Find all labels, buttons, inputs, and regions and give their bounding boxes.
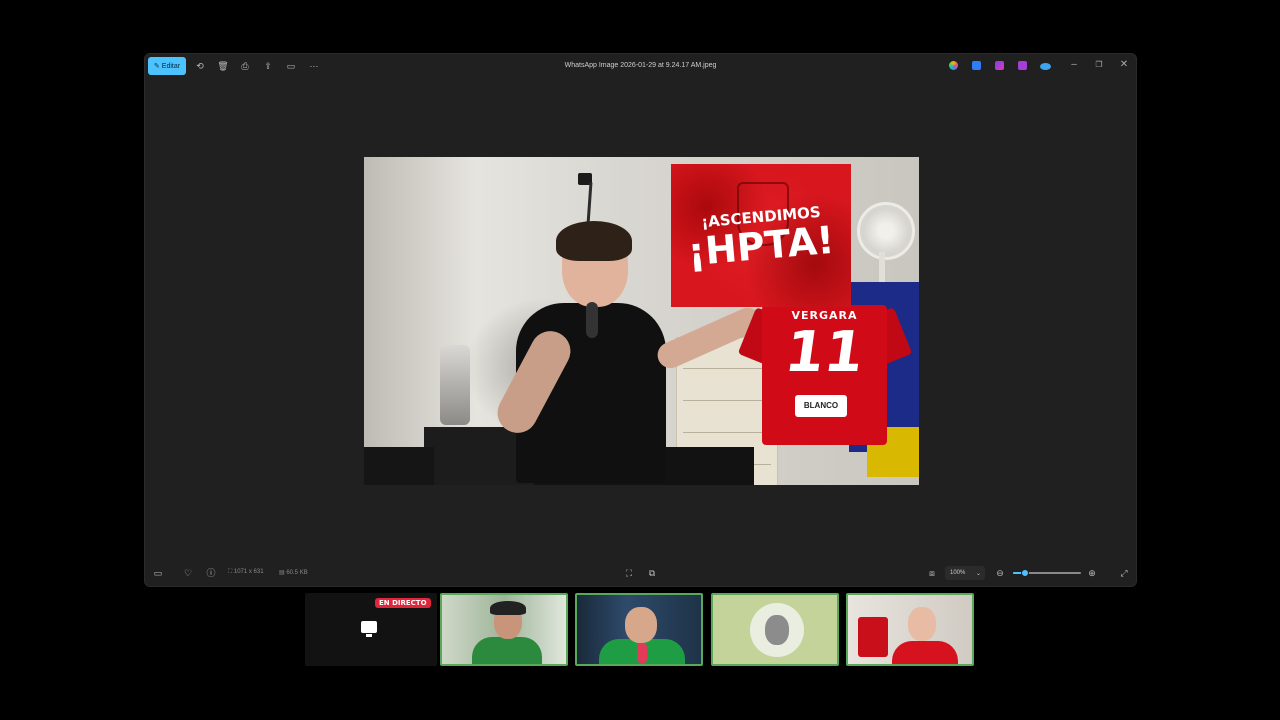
file-size-text: ▤ 60.5 KB [279,569,308,576]
zoom-out-icon[interactable]: ⊖ [994,567,1006,579]
celebration-banner: ¡ASCENDIMOS ¡HPTA! [671,164,851,307]
avatar-bird [765,615,789,645]
fan-figure [857,202,915,260]
displayed-image[interactable]: VERGARA 11 BLANCO ¡ASCENDIMOS ¡HPTA! [364,157,919,485]
fan-stand [879,252,885,282]
favorite-icon[interactable]: ♡ [182,567,194,579]
participant-tile[interactable] [575,593,703,666]
window-title: WhatsApp Image 2026-01-29 at 9.24.17 AM.… [564,62,717,69]
maximize-button[interactable]: ❐ [1093,60,1105,69]
jersey-number: 11 [781,320,869,385]
background-jersey [858,617,888,657]
participant-tile[interactable] [440,593,568,666]
zoom-select[interactable]: 100% ⌄ [945,566,985,580]
chevron-down-icon: ⌄ [975,570,981,577]
zoom-value: 100% [950,570,966,576]
participant-body [892,641,958,664]
participant-body [472,637,542,664]
dimensions-value: 1071 x 631 [233,569,264,575]
fullscreen-icon[interactable]: ⤢ [1118,567,1130,579]
close-button[interactable]: ✕ [1118,59,1130,70]
minimize-button[interactable]: – [1068,59,1080,70]
participant-tile[interactable] [846,593,974,666]
onenote-icon[interactable] [1018,61,1027,70]
jersey-figure: VERGARA 11 BLANCO [737,305,913,445]
photos-window: ✎ Editar ⟲ 🗑 ⎙ ⇪ ▭ ··· WhatsApp Image 20… [144,53,1137,587]
participant-head [625,607,657,643]
onedrive-icon[interactable] [1040,63,1051,70]
live-badge: EN DIRECTO [375,598,431,608]
participant-head [908,607,936,641]
microphone-figure [586,302,598,338]
statue-figure [440,345,470,425]
adjust-icon[interactable]: ⧉ [646,567,658,579]
zoom-slider[interactable] [1013,569,1081,577]
copilot-icon[interactable] [949,61,958,70]
screen-share-tile[interactable]: EN DIRECTO [305,593,437,666]
person-hair [556,221,632,261]
crop-icon[interactable]: ⛶ [623,567,635,579]
title-bar: ✎ Editar ⟲ 🗑 ⎙ ⇪ ▭ ··· WhatsApp Image 20… [145,54,1136,80]
filmstrip-icon[interactable]: ▭ [152,567,164,579]
dimensions-text: ⛶ 1071 x 631 [228,569,264,576]
microphone-icon [637,643,647,663]
poster-figure [364,447,434,485]
jersey-sponsor: BLANCO [795,395,847,417]
status-bar: ▭ ♡ ⓘ ⛶ 1071 x 631 ▤ 60.5 KB ⛶ ⧉ ⧈ 100% … [145,560,1136,586]
zoom-in-icon[interactable]: ⊕ [1086,567,1098,579]
participant-tile[interactable] [711,593,839,666]
info-icon[interactable]: ⓘ [205,567,217,579]
monitor-stand [366,634,372,637]
zoom-slider-handle[interactable] [1021,569,1030,577]
designer-icon[interactable] [972,61,981,70]
fit-to-window-icon[interactable]: ⧈ [926,567,938,579]
clipchamp-icon[interactable] [995,61,1004,70]
participant-headset [490,601,526,615]
file-size-value: 60.5 KB [286,570,308,576]
monitor-icon [361,621,377,633]
